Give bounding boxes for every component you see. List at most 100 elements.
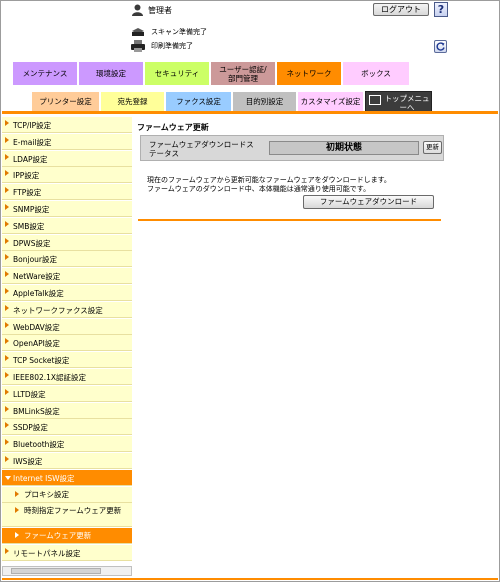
user-icon [132, 4, 143, 16]
section-divider [138, 219, 441, 221]
sidebar-item-label: LLTD設定 [13, 389, 46, 399]
sidebar-item[interactable]: SNMP設定 [2, 201, 132, 217]
arrow-icon [5, 475, 11, 480]
sidebar-item[interactable]: E-mail設定 [2, 133, 132, 150]
tab-customize-settings[interactable]: カスタマイズ設定 [298, 92, 363, 111]
scrollbar-thumb[interactable] [11, 568, 101, 574]
sidebar-item-label: リモートパネル設定 [13, 549, 81, 558]
sidebar-item[interactable]: SSDP設定 [2, 419, 132, 436]
logout-button[interactable]: ログアウト [373, 3, 429, 16]
tab-user-auth[interactable]: ユーザー認証/部門管理 [211, 62, 275, 85]
sidebar-item-remote-panel[interactable]: リモートパネル設定 [2, 545, 132, 561]
update-button[interactable]: 更新 [423, 141, 442, 154]
sidebar-item[interactable]: FTP設定 [2, 184, 132, 201]
tab-security[interactable]: セキュリティ [145, 62, 209, 85]
sidebar-item-label: NetWare設定 [13, 272, 61, 282]
tab-address-registration[interactable]: 宛先登録 [101, 92, 164, 111]
tab-environment-settings[interactable]: 環境設定 [79, 62, 143, 85]
sidebar-item-label: IPP設定 [13, 171, 40, 181]
refresh-icon [436, 42, 445, 51]
sidebar-subitem-scheduled-update[interactable]: 時刻指定ファームウェア更新 [2, 503, 132, 528]
arrow-icon [5, 338, 9, 345]
sidebar-item-label: TCP Socket設定 [13, 356, 70, 366]
tab-network[interactable]: ネットワーク [277, 62, 341, 85]
sidebar-item[interactable]: LDAP設定 [2, 150, 132, 167]
arrow-icon [5, 456, 9, 462]
top-menu-label: トップメニューへ [384, 94, 430, 112]
scanner-icon [132, 28, 144, 36]
sidebar-item[interactable]: DPWS設定 [2, 234, 132, 251]
tab-box[interactable]: ボックス [343, 62, 409, 85]
arrow-icon [5, 237, 9, 244]
sidebar-item[interactable]: BMLinkS設定 [2, 402, 132, 419]
arrow-icon [5, 187, 9, 194]
firmware-status-label: ファームウェアダウンロードステータス [149, 140, 254, 158]
sidebar-item[interactable]: NetWare設定 [2, 268, 132, 285]
arrow-icon [5, 288, 9, 294]
user-name-label: 管理者 [148, 6, 172, 15]
sidebar-item[interactable]: IPP設定 [2, 167, 132, 184]
sidebar-item-label: LDAP設定 [13, 154, 48, 164]
sidebar-subitem-proxy[interactable]: プロキシ設定 [2, 486, 132, 503]
sidebar-item-label: ファームウェア更新 [24, 531, 92, 541]
arrow-icon [5, 405, 9, 412]
arrow-icon [5, 220, 9, 227]
refresh-button[interactable] [434, 40, 447, 53]
top-menu-icon [369, 95, 381, 105]
footer-divider [2, 578, 498, 580]
sidebar-item[interactable]: IEEE802.1X認証設定 [2, 369, 132, 385]
sidebar-item-internet-isw[interactable]: Internet ISW設定 [2, 469, 132, 486]
tab-printer-settings[interactable]: プリンター設定 [32, 92, 99, 111]
arrow-icon [5, 372, 9, 378]
top-menu-button[interactable]: トップメニューへ [365, 91, 432, 112]
sidebar-item-label: プロキシ設定 [24, 489, 69, 499]
tab-maintenance[interactable]: メンテナンス [13, 62, 77, 85]
arrow-icon [5, 136, 9, 143]
tab-fax-settings[interactable]: ファクス設定 [166, 92, 231, 111]
arrow-icon [5, 271, 9, 278]
arrow-icon [15, 532, 19, 539]
arrow-icon [5, 304, 9, 311]
sidebar-subitem-firmware-update[interactable]: ファームウェア更新 [2, 528, 132, 545]
arrow-icon [5, 388, 9, 395]
sidebar-item-label: TCP/IP設定 [13, 121, 52, 130]
sidebar-item-label: 時刻指定ファームウェア更新 [24, 506, 122, 516]
sidebar-item[interactable]: AppleTalk設定 [2, 285, 132, 301]
arrow-icon [5, 204, 9, 210]
sidebar-item[interactable]: LLTD設定 [2, 385, 132, 402]
tab-underline [2, 111, 498, 114]
sidebar-item[interactable]: TCP Socket設定 [2, 352, 132, 369]
sidebar-item[interactable]: Bonjour設定 [2, 251, 132, 268]
arrow-icon [15, 507, 19, 514]
scan-status-text: スキャン準備完了 [151, 28, 207, 36]
sidebar-item-label: IEEE802.1X認証設定 [13, 373, 87, 382]
arrow-icon [5, 321, 9, 328]
sidebar-item[interactable]: Bluetooth設定 [2, 436, 132, 453]
help-button[interactable]: ? [434, 2, 448, 17]
sidebar-item-label: FTP設定 [13, 188, 42, 198]
sidebar-item-label: AppleTalk設定 [13, 289, 64, 298]
arrow-icon [5, 548, 9, 554]
sidebar-item[interactable]: IWS設定 [2, 453, 132, 469]
arrow-icon [5, 254, 9, 261]
sidebar-item[interactable]: OpenAPI設定 [2, 335, 132, 352]
sidebar: TCP/IP設定 E-mail設定 LDAP設定 IPP設定 FTP設定 SNMP設定 SM… [2, 117, 132, 561]
sidebar-item[interactable]: TCP/IP設定 [2, 117, 132, 133]
sidebar-item[interactable]: ネットワークファクス設定 [2, 301, 132, 318]
sidebar-item-label: BMLinkS設定 [13, 406, 60, 416]
sidebar-item-label: Internet ISW設定 [13, 473, 75, 483]
firmware-download-button[interactable]: ファームウェアダウンロード [303, 195, 434, 209]
sidebar-horizontal-scrollbar[interactable] [2, 566, 132, 576]
firmware-status-value: 初期状態 [269, 141, 419, 155]
printer-icon [131, 40, 145, 52]
sidebar-item-label: SMB設定 [13, 221, 45, 231]
sidebar-item-label: OpenAPI設定 [13, 339, 60, 349]
tab-purpose-settings[interactable]: 目的別設定 [233, 92, 296, 111]
arrow-icon [5, 439, 9, 446]
sidebar-item-label: E-mail設定 [13, 137, 52, 147]
sidebar-item-label: DPWS設定 [13, 238, 51, 248]
sidebar-item[interactable]: WebDAV設定 [2, 318, 132, 335]
sidebar-item[interactable]: SMB設定 [2, 217, 132, 234]
arrow-icon [5, 153, 9, 160]
firmware-status-panel: ファームウェアダウンロードステータス 初期状態 更新 [140, 135, 444, 161]
